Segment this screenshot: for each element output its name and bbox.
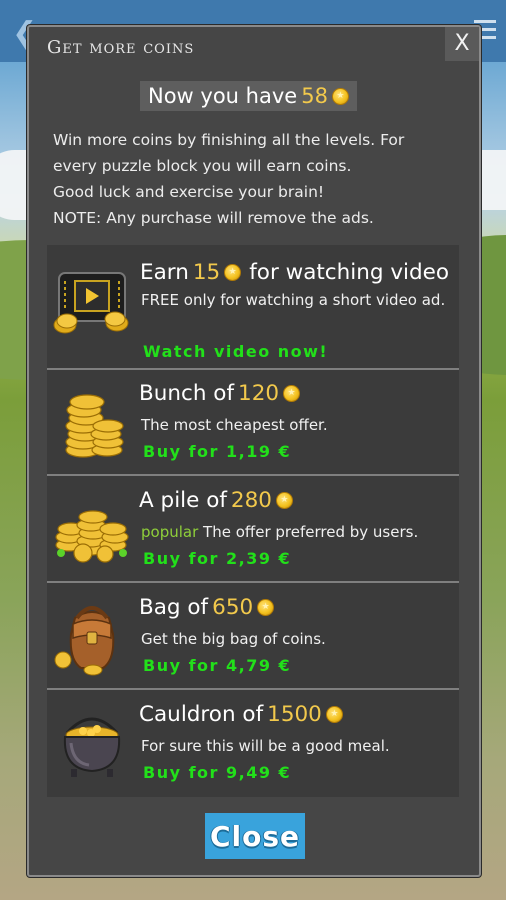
description-line: Good luck and exercise your brain! [53, 183, 325, 201]
close-button[interactable]: Close [205, 813, 305, 859]
offer-amount: 15 [192, 260, 221, 285]
offer-headline: Bunch of 120 [139, 381, 301, 406]
coin-icon [283, 385, 301, 402]
offer-headline: A pile of 280 [139, 488, 293, 513]
dialog-description: Win more coins by finishing all the leve… [53, 127, 463, 231]
popular-badge: popular [141, 523, 199, 541]
watch-video-button[interactable]: Watch video now! [143, 342, 328, 361]
offer-prefix: A pile of [139, 488, 227, 513]
get-coins-dialog: Get more coins X Now you have 58 Win mor… [27, 25, 481, 877]
dialog-title: Get more coins [47, 37, 195, 58]
offer-description: FREE only for watching a short video ad. [141, 291, 446, 309]
offer-pile[interactable]: A pile of 280 popular The offer preferre… [47, 477, 459, 583]
offer-amount: 1500 [267, 702, 322, 727]
buy-button[interactable]: Buy for 9,49 € [143, 763, 291, 782]
description-line: NOTE: Any purchase will remove the ads. [53, 209, 374, 227]
offer-headline: Cauldron of 1500 [139, 702, 343, 727]
offer-amount: 650 [212, 595, 254, 620]
offer-watch-video[interactable]: Earn 15 for watching video FREE only for… [47, 249, 459, 370]
coin-icon [331, 87, 349, 105]
offer-cauldron[interactable]: Cauldron of 1500 For sure this will be a… [47, 691, 459, 797]
buy-button[interactable]: Buy for 2,39 € [143, 549, 291, 568]
buy-button[interactable]: Buy for 4,79 € [143, 656, 291, 675]
offer-suffix: for watching video [249, 260, 450, 285]
offer-description: The most cheapest offer. [141, 416, 328, 434]
game-background: ❮ Get more coins X Now you have 58 Win m… [0, 0, 506, 900]
coin-icon [224, 264, 242, 281]
coin-icon [257, 599, 275, 616]
coin-stack-icon [53, 384, 131, 462]
offer-description: For sure this will be a good meal. [141, 737, 390, 755]
coin-icon [325, 706, 343, 723]
offer-list: Earn 15 for watching video FREE only for… [47, 245, 459, 797]
offer-amount: 280 [230, 488, 272, 513]
close-x-button[interactable]: X [445, 27, 479, 61]
video-coins-icon [53, 263, 131, 341]
description-line: every puzzle block you will earn coins. [53, 157, 352, 175]
coin-icon [275, 492, 293, 509]
offer-headline: Earn 15 for watching video [140, 260, 449, 285]
offer-prefix: Earn [140, 260, 189, 285]
balance-value: 58 [301, 84, 328, 108]
offer-bag[interactable]: Bag of 650 Get the big bag of coins. Buy… [47, 584, 459, 690]
offer-description-text: The offer preferred by users. [203, 523, 419, 541]
cauldron-icon [53, 705, 131, 783]
offer-description: popular The offer preferred by users. [141, 519, 457, 545]
buy-button[interactable]: Buy for 1,19 € [143, 442, 291, 461]
description-line: Win more coins by finishing all the leve… [53, 131, 405, 149]
coin-pile-icon [53, 491, 131, 569]
offer-amount: 120 [238, 381, 280, 406]
offer-prefix: Cauldron of [139, 702, 264, 727]
offer-description: Get the big bag of coins. [141, 630, 326, 648]
balance-label: Now you have [148, 84, 298, 108]
coin-balance: Now you have 58 [140, 81, 357, 111]
offer-bunch[interactable]: Bunch of 120 The most cheapest offer. Bu… [47, 370, 459, 476]
offer-prefix: Bag of [139, 595, 209, 620]
offer-headline: Bag of 650 [139, 595, 275, 620]
offer-prefix: Bunch of [139, 381, 235, 406]
coin-bag-icon [53, 598, 131, 676]
